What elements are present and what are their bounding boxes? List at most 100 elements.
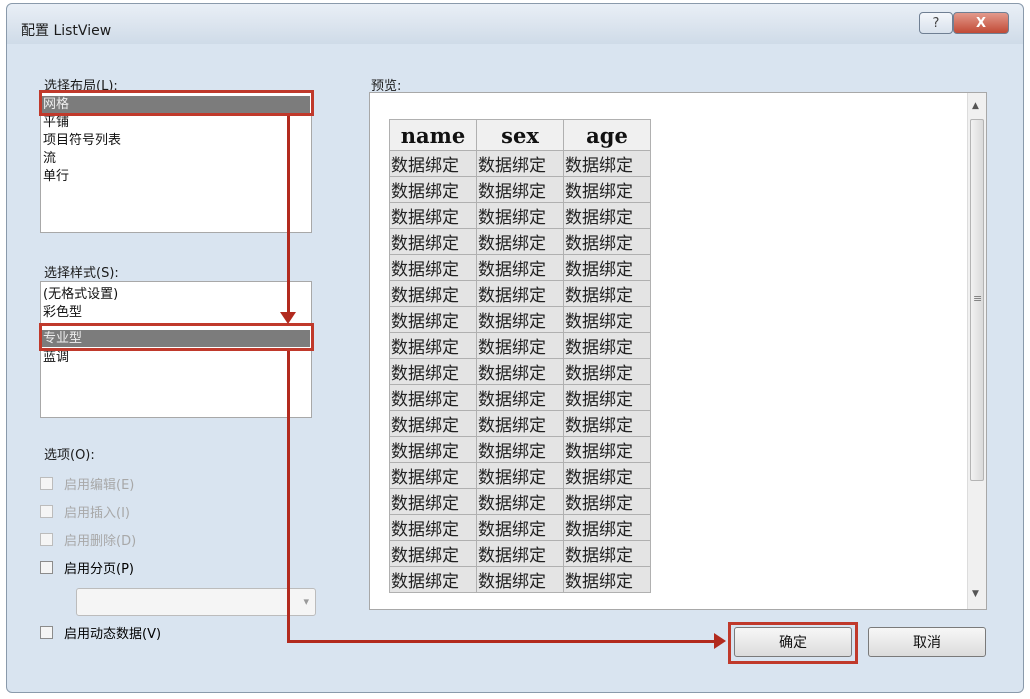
arrow-line-vertical-1 xyxy=(287,116,290,314)
table-cell: 数据绑定 xyxy=(563,384,651,411)
column-header-name: name xyxy=(389,119,477,151)
table-row: 数据绑定 数据绑定 数据绑定 xyxy=(389,254,651,281)
table-row: 数据绑定 数据绑定 数据绑定 xyxy=(389,462,651,489)
table-cell: 数据绑定 xyxy=(476,202,564,229)
style-item-professional[interactable]: 专业型 xyxy=(42,330,310,347)
layout-item-grid[interactable]: 网格 xyxy=(42,96,310,113)
table-row: 数据绑定 数据绑定 数据绑定 xyxy=(389,150,651,177)
table-row: 数据绑定 数据绑定 数据绑定 xyxy=(389,410,651,437)
table-cell: 数据绑定 xyxy=(563,306,651,333)
table-cell: 数据绑定 xyxy=(476,358,564,385)
enable-delete-checkbox[interactable] xyxy=(40,533,53,546)
table-cell: 数据绑定 xyxy=(389,410,477,437)
table-cell: 数据绑定 xyxy=(563,358,651,385)
table-cell: 数据绑定 xyxy=(389,462,477,489)
table-cell: 数据绑定 xyxy=(476,410,564,437)
table-row: 数据绑定 数据绑定 数据绑定 xyxy=(389,436,651,463)
table-cell: 数据绑定 xyxy=(389,176,477,203)
column-header-age: age xyxy=(563,119,651,151)
table-cell: 数据绑定 xyxy=(476,462,564,489)
title-bar: 配置 ListView ? X xyxy=(7,4,1023,44)
dialog-title: 配置 ListView xyxy=(21,23,112,39)
table-cell: 数据绑定 xyxy=(476,306,564,333)
table-cell: 数据绑定 xyxy=(389,150,477,177)
table-cell: 数据绑定 xyxy=(476,566,564,593)
table-cell: 数据绑定 xyxy=(563,514,651,541)
table-row: 数据绑定 数据绑定 数据绑定 xyxy=(389,566,651,593)
table-cell: 数据绑定 xyxy=(476,514,564,541)
table-cell: 数据绑定 xyxy=(563,566,651,593)
table-cell: 数据绑定 xyxy=(389,540,477,567)
enable-insert-label: 启用插入(I) xyxy=(64,506,130,521)
table-row: 数据绑定 数据绑定 数据绑定 xyxy=(389,176,651,203)
table-cell: 数据绑定 xyxy=(563,254,651,281)
preview-pane: name sex age 数据绑定 数据绑定 数据绑定 数据绑定 数据绑定 数据绑定 数据绑… xyxy=(369,92,987,610)
table-cell: 数据绑定 xyxy=(563,540,651,567)
table-cell: 数据绑定 xyxy=(389,436,477,463)
enable-dynamic-data-label: 启用动态数据(V) xyxy=(64,627,162,642)
table-cell: 数据绑定 xyxy=(389,566,477,593)
preview-table-body: 数据绑定 数据绑定 数据绑定 数据绑定 数据绑定 数据绑定 数据绑定 数据绑定 数据绑定 数据绑定… xyxy=(389,150,651,593)
table-cell: 数据绑定 xyxy=(476,280,564,307)
table-row: 数据绑定 数据绑定 数据绑定 xyxy=(389,384,651,411)
table-row: 数据绑定 数据绑定 数据绑定 xyxy=(389,280,651,307)
table-cell: 数据绑定 xyxy=(563,488,651,515)
style-listbox[interactable]: (无格式设置) 彩色型 专业型 蓝调 xyxy=(40,281,312,418)
preview-scrollbar[interactable]: ▲ ≡ ▼ xyxy=(967,93,986,609)
table-cell: 数据绑定 xyxy=(563,202,651,229)
enable-dynamic-data-checkbox[interactable] xyxy=(40,626,53,639)
layout-item-flow[interactable]: 流 xyxy=(43,150,56,167)
table-cell: 数据绑定 xyxy=(389,280,477,307)
table-cell: 数据绑定 xyxy=(389,384,477,411)
style-item-none[interactable]: (无格式设置) xyxy=(43,286,118,303)
enable-insert-checkbox[interactable] xyxy=(40,505,53,518)
table-row: 数据绑定 数据绑定 数据绑定 xyxy=(389,488,651,515)
table-cell: 数据绑定 xyxy=(389,488,477,515)
paging-combo[interactable]: ▾ xyxy=(76,588,316,616)
table-row: 数据绑定 数据绑定 数据绑定 xyxy=(389,514,651,541)
layout-item-tile[interactable]: 平铺 xyxy=(43,114,69,131)
grip-icon: ≡ xyxy=(973,292,983,305)
table-cell: 数据绑定 xyxy=(476,254,564,281)
table-cell: 数据绑定 xyxy=(563,176,651,203)
scroll-thumb[interactable]: ≡ xyxy=(970,119,984,481)
table-row: 数据绑定 数据绑定 数据绑定 xyxy=(389,332,651,359)
enable-edit-label: 启用编辑(E) xyxy=(64,478,135,493)
enable-delete-label: 启用删除(D) xyxy=(64,534,137,549)
close-icon: X xyxy=(975,15,987,31)
table-cell: 数据绑定 xyxy=(563,332,651,359)
chevron-down-icon: ▾ xyxy=(303,595,309,608)
table-cell: 数据绑定 xyxy=(389,254,477,281)
table-cell: 数据绑定 xyxy=(389,228,477,255)
table-cell: 数据绑定 xyxy=(389,332,477,359)
enable-paging-checkbox[interactable] xyxy=(40,561,53,574)
layout-item-bulleted-list[interactable]: 项目符号列表 xyxy=(43,132,121,149)
layout-listbox[interactable]: 网格 平铺 项目符号列表 流 单行 xyxy=(40,92,312,233)
help-icon: ? xyxy=(932,15,940,31)
table-cell: 数据绑定 xyxy=(389,358,477,385)
table-header-row: name sex age xyxy=(389,119,651,151)
cancel-button[interactable]: 取消 xyxy=(868,627,986,657)
table-cell: 数据绑定 xyxy=(389,306,477,333)
scroll-down-icon[interactable]: ▼ xyxy=(972,589,979,599)
arrow-head-right xyxy=(714,633,726,649)
close-button[interactable]: X xyxy=(953,12,1009,34)
table-cell: 数据绑定 xyxy=(563,436,651,463)
table-cell: 数据绑定 xyxy=(476,332,564,359)
scroll-up-icon[interactable]: ▲ xyxy=(972,101,979,111)
ok-button[interactable]: 确定 xyxy=(734,627,852,657)
help-button[interactable]: ? xyxy=(919,12,953,34)
table-cell: 数据绑定 xyxy=(476,540,564,567)
table-cell: 数据绑定 xyxy=(476,384,564,411)
table-cell: 数据绑定 xyxy=(476,176,564,203)
style-item-colorful[interactable]: 彩色型 xyxy=(43,304,82,321)
style-label: 选择样式(S): xyxy=(44,266,119,281)
arrow-head-down xyxy=(280,312,296,324)
style-item-blues[interactable]: 蓝调 xyxy=(43,349,69,366)
enable-edit-checkbox[interactable] xyxy=(40,477,53,490)
layout-item-single-row[interactable]: 单行 xyxy=(43,168,69,185)
table-row: 数据绑定 数据绑定 数据绑定 xyxy=(389,540,651,567)
table-row: 数据绑定 数据绑定 数据绑定 xyxy=(389,228,651,255)
enable-paging-label: 启用分页(P) xyxy=(64,562,134,577)
table-cell: 数据绑定 xyxy=(389,202,477,229)
